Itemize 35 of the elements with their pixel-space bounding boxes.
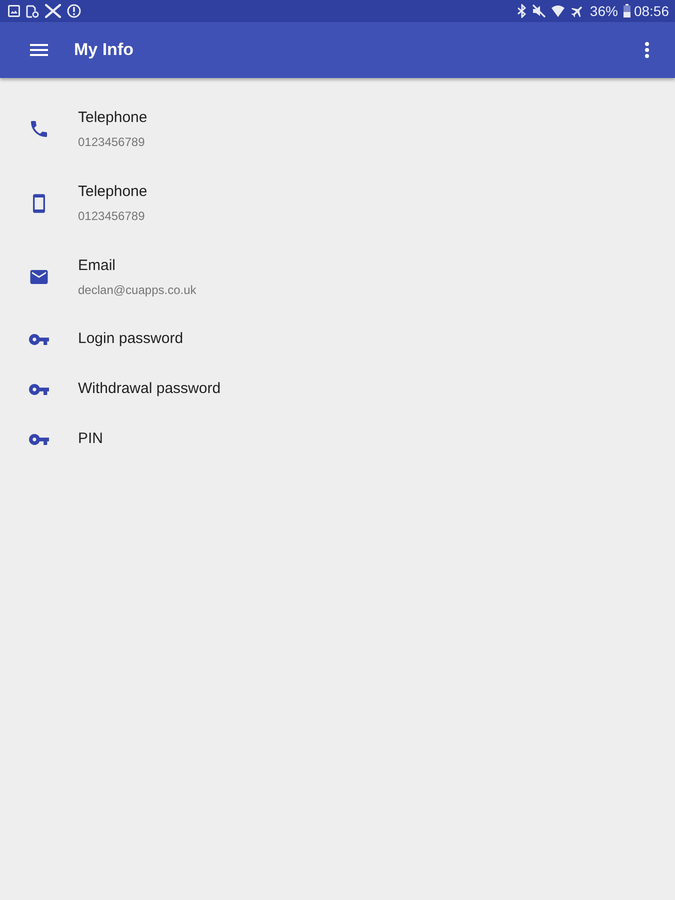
more-options-icon[interactable] [645, 42, 649, 58]
info-list-item[interactable]: Email declan@cuapps.co.uk [0, 240, 675, 314]
battery-percentage: 36% [590, 3, 618, 19]
app-title: My Info [74, 40, 134, 60]
info-list-item[interactable]: Telephone 0123456789 [0, 92, 675, 166]
item-title: Telephone [78, 182, 148, 202]
wifi-icon [550, 4, 565, 18]
info-list-item[interactable]: Login password [0, 314, 675, 364]
menu-icon[interactable] [30, 44, 48, 56]
item-title: PIN [78, 429, 104, 449]
key-icon [29, 434, 49, 444]
phone-handset-icon [31, 121, 47, 137]
item-title: Telephone [78, 108, 148, 128]
item-value: 0123456789 [78, 208, 145, 224]
item-title: Email [78, 256, 116, 276]
muted-speaker-icon [532, 4, 546, 18]
item-title: Withdrawal password [78, 379, 221, 399]
alert-icon [67, 4, 81, 18]
info-list-item[interactable]: PIN [0, 414, 675, 464]
item-value: declan@cuapps.co.uk [78, 282, 196, 298]
bluetooth-icon [516, 4, 527, 18]
airplane-icon [570, 4, 585, 18]
document-gear-icon [26, 4, 39, 18]
clock-time: 08:56 [634, 3, 669, 19]
battery-icon [622, 4, 631, 18]
key-icon [29, 334, 49, 344]
item-title: Login password [78, 329, 184, 349]
key-icon [29, 384, 49, 394]
smartphone-icon [33, 194, 45, 212]
envelope-icon [30, 270, 48, 284]
cross-icon [45, 4, 61, 18]
image-notification-icon [8, 5, 20, 17]
info-list-item[interactable]: Withdrawal password [0, 364, 675, 414]
item-value: 0123456789 [78, 134, 145, 150]
info-list-item[interactable]: Telephone 0123456789 [0, 166, 675, 240]
